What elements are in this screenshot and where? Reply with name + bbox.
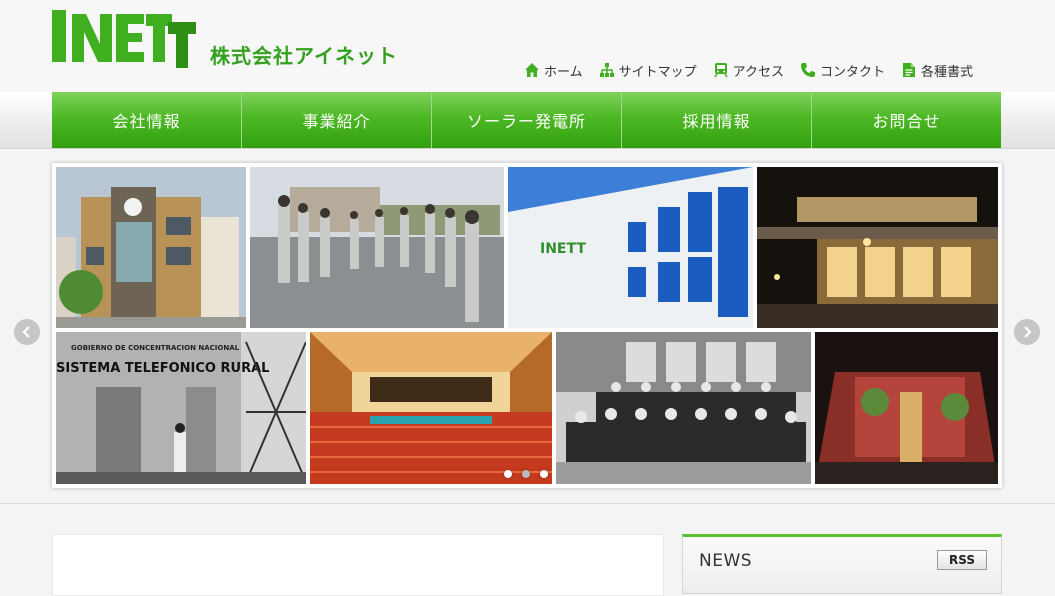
topnav-contact-label: コンタクト [820, 64, 886, 80]
slider-dot[interactable] [522, 470, 530, 478]
section-divider [0, 503, 1055, 504]
station-sign-top: GOBIERNO DE CONCENTRACION NACIONAL [71, 344, 240, 352]
staff-assembly-photo [250, 167, 504, 328]
news-panel: NEWS RSS [682, 534, 1002, 594]
slider-pagination [504, 470, 548, 478]
topnav-access[interactable]: アクセス [713, 61, 784, 80]
night-shopfront-photo [757, 167, 998, 328]
red-gallery-photo [815, 332, 998, 484]
inett-sign: INETT [540, 241, 586, 257]
topnav-contact[interactable]: コンタクト [800, 61, 885, 80]
topnav-access-label: アクセス [732, 64, 784, 80]
topnav-sitemap-label: サイトマップ [618, 64, 697, 80]
home-icon [525, 63, 539, 77]
chevron-left-icon [22, 326, 30, 338]
concert-hall-photo [310, 332, 552, 484]
train-icon [714, 63, 728, 78]
topnav-sitemap[interactable]: サイトマップ [599, 61, 697, 80]
inett-logo[interactable] [52, 10, 200, 74]
rural-telephone-station-photo: GOBIERNO DE CONCENTRACION NACIONAL SISTE… [56, 332, 306, 484]
office-building-photo [56, 167, 246, 328]
main-content-box [52, 534, 664, 596]
topnav-home-label: ホーム [544, 64, 583, 80]
slider-dot[interactable] [540, 470, 548, 478]
document-icon [903, 63, 916, 77]
inett-building-photo: INETT [508, 167, 753, 328]
rss-button[interactable]: RSS [937, 550, 987, 570]
mainnav-company-info[interactable]: 会社情報 [52, 92, 242, 148]
site-header: 株式会社アイネット ホーム サイトマップ アクセス コンタクト 各種書式 [0, 0, 1055, 92]
phone-icon [801, 63, 815, 77]
topnav-forms[interactable]: 各種書式 [901, 61, 973, 80]
slider-next-button[interactable] [1014, 319, 1040, 345]
mainnav-business[interactable]: 事業紹介 [242, 92, 432, 148]
topnav-home[interactable]: ホーム [524, 61, 583, 80]
slider-dot[interactable] [504, 470, 512, 478]
chevron-right-icon [1024, 326, 1032, 338]
mainnav-solar-plant[interactable]: ソーラー発電所 [432, 92, 622, 148]
sitemap-icon [599, 63, 614, 77]
slider-prev-button[interactable] [14, 319, 40, 345]
mainnav-recruit[interactable]: 採用情報 [622, 92, 812, 148]
company-name: 株式会社アイネット [210, 44, 398, 68]
photo-slider: INETT GOBIERNO DE CONCENTRACION NACIONAL… [52, 163, 1002, 488]
main-nav: 会社情報 事業紹介 ソーラー発電所 採用情報 お問合せ [52, 92, 1001, 148]
group-portrait-photo [556, 332, 811, 484]
topnav-forms-label: 各種書式 [921, 64, 974, 80]
news-title: NEWS [699, 551, 753, 571]
station-sign-main: SISTEMA TELEFONICO RURAL [56, 361, 269, 376]
utility-nav: ホーム サイトマップ アクセス コンタクト 各種書式 [524, 60, 973, 80]
mainnav-contact[interactable]: お問合せ [812, 92, 1001, 148]
